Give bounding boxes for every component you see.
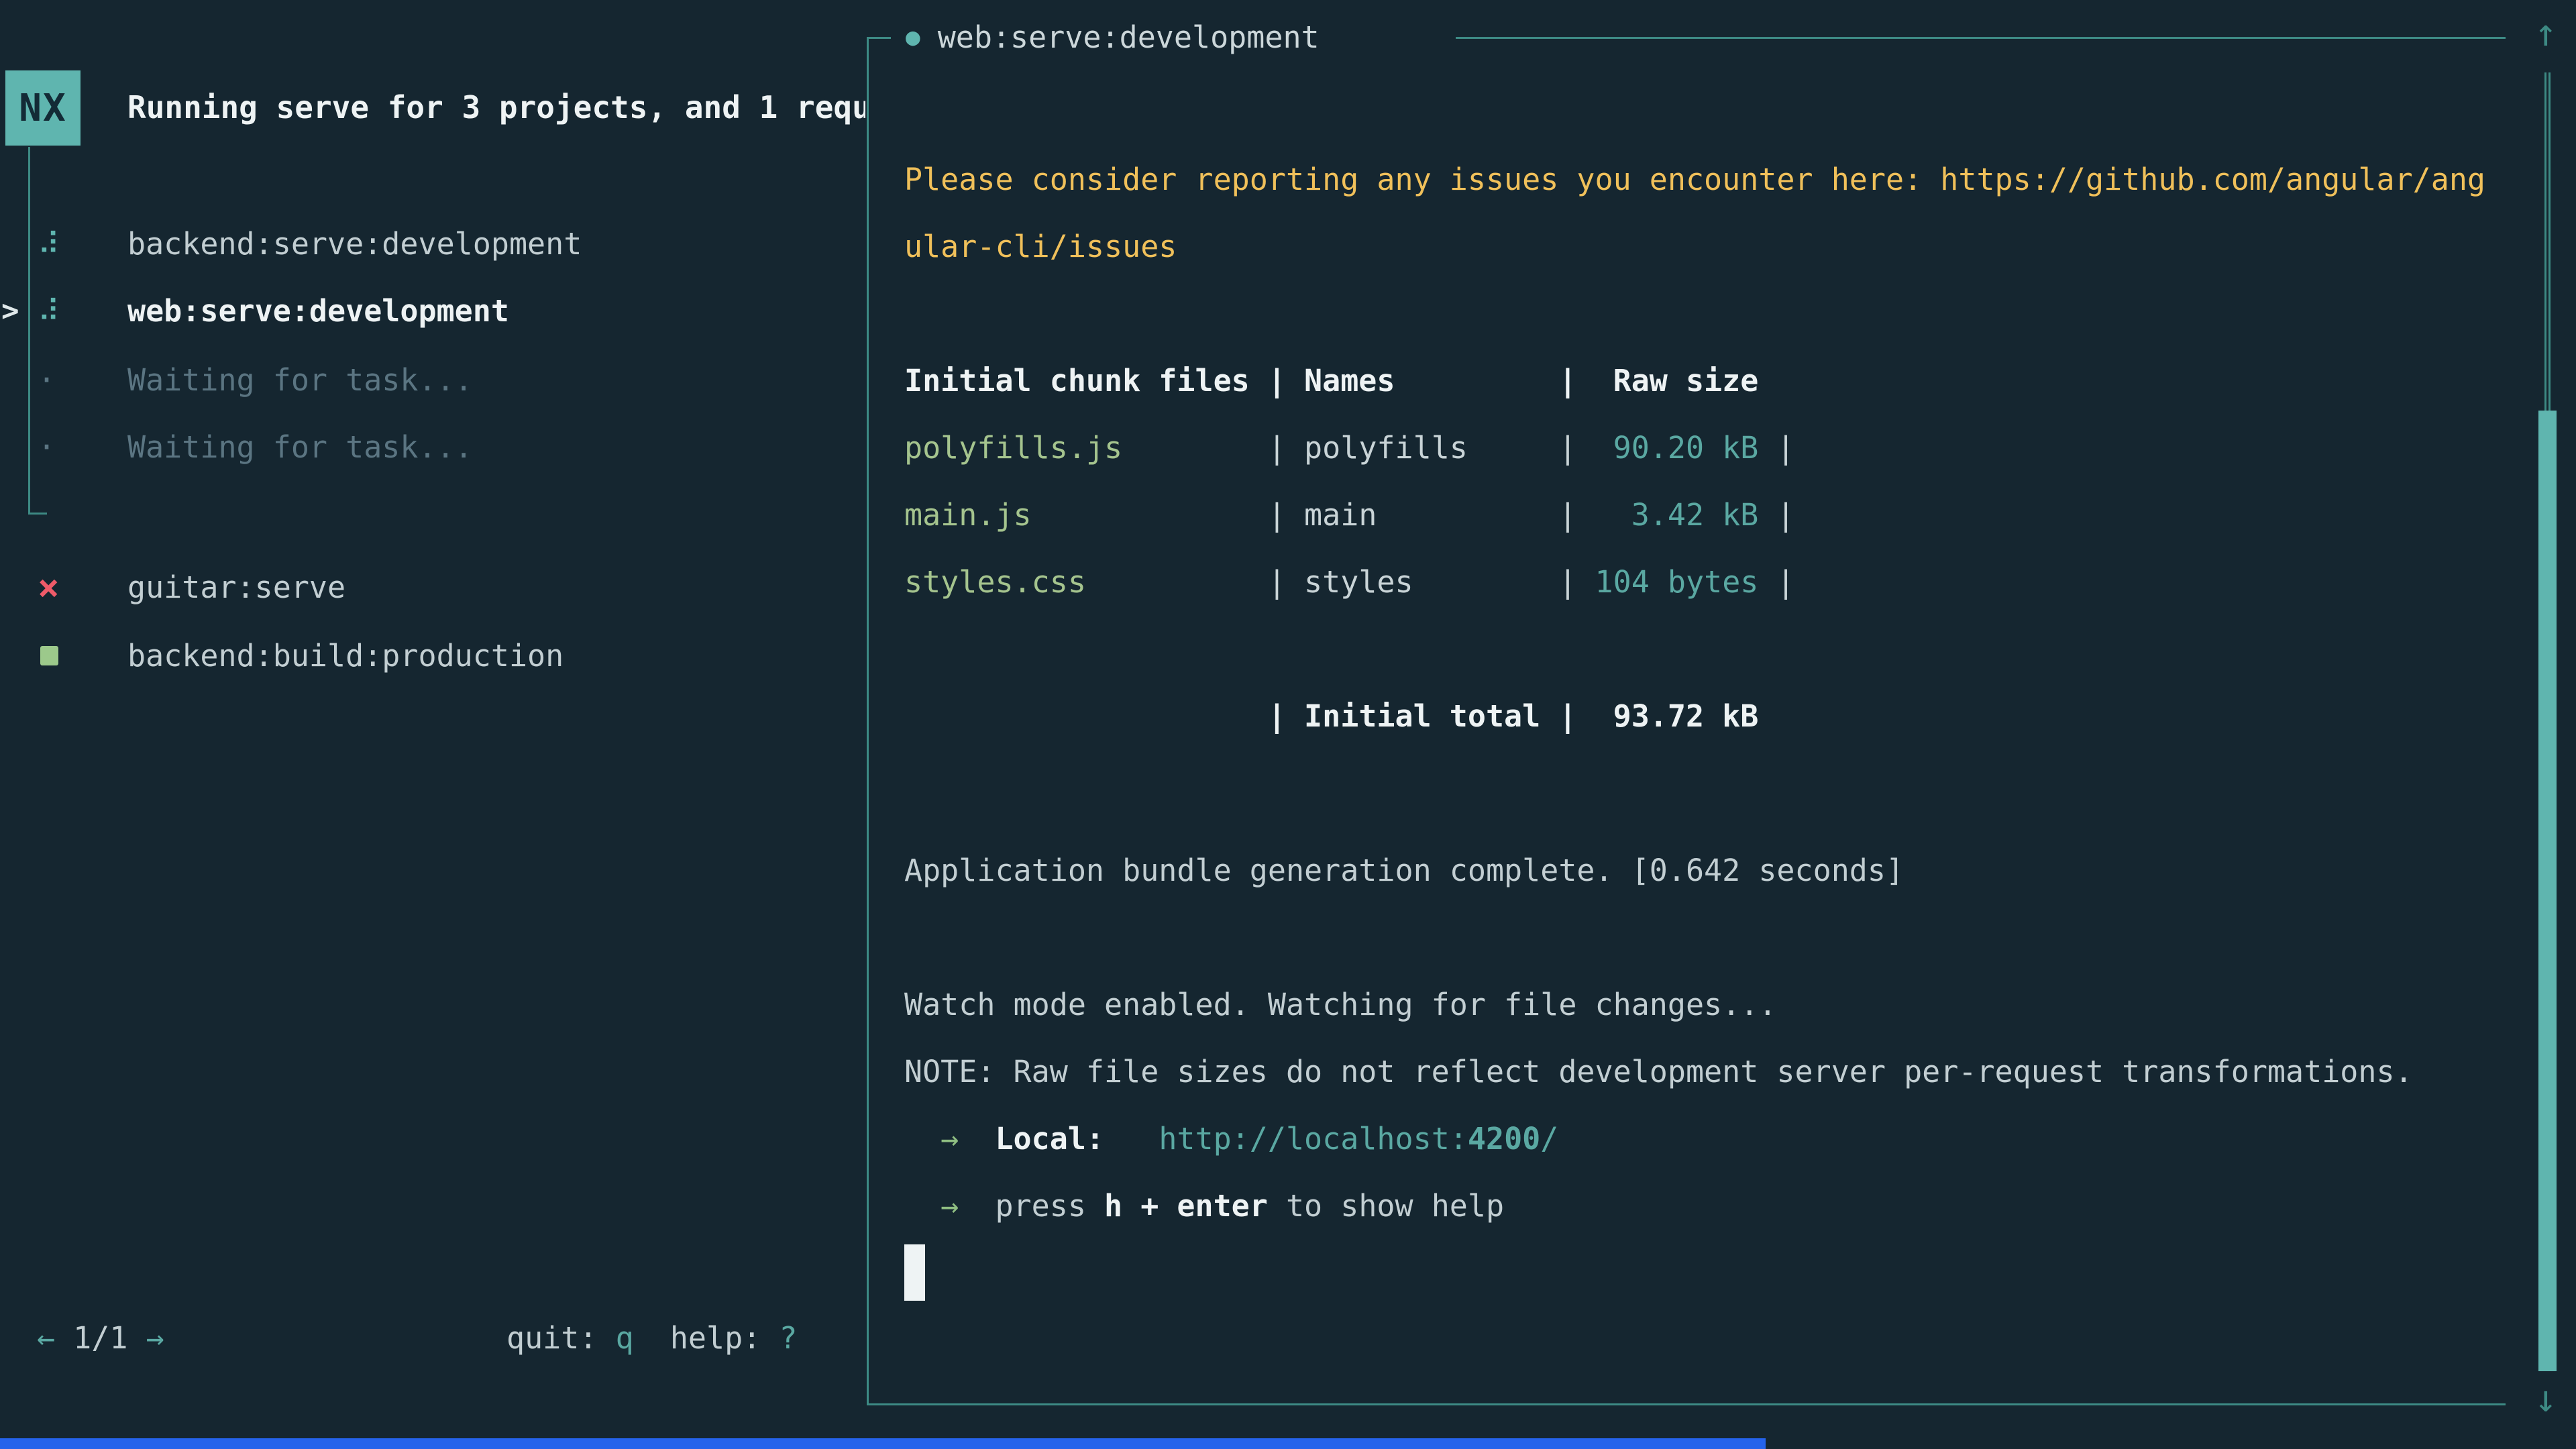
task-label: backend:serve:development bbox=[127, 223, 582, 265]
chunk-size: 3.42 kB bbox=[1576, 497, 1758, 533]
local-port[interactable]: 4200 bbox=[1468, 1121, 1540, 1157]
press-text-post: to show help bbox=[1268, 1188, 1504, 1224]
chunk-file: main.js bbox=[904, 497, 1032, 533]
prompt-arrow-icon: → bbox=[904, 1121, 959, 1157]
page-prev-icon[interactable]: ← bbox=[37, 1320, 55, 1356]
press-text: press bbox=[995, 1188, 1104, 1224]
page-next-icon[interactable]: → bbox=[146, 1320, 164, 1356]
chunk-size: 104 bytes bbox=[1576, 564, 1758, 600]
sidebar: NX Running serve for 3 projects, and 1 r… bbox=[0, 0, 867, 1449]
angular-issues-notice: Please consider reporting any issues you… bbox=[904, 146, 2528, 213]
initial-total-value: 93.72 kB bbox=[1576, 698, 1758, 734]
help-hint-line: → press h + enter to show help bbox=[904, 1173, 2528, 1240]
page-indicator: 1/1 bbox=[55, 1320, 146, 1356]
scroll-down-icon[interactable]: ↓ bbox=[2534, 1381, 2557, 1418]
waiting-dot-icon: · bbox=[38, 360, 56, 401]
task-item-web-serve-selected[interactable]: > ⠼ web:serve:development bbox=[0, 290, 867, 332]
prompt-arrow-icon: → bbox=[904, 1188, 959, 1224]
success-square-icon bbox=[40, 646, 58, 665]
help-label: help: bbox=[634, 1320, 780, 1356]
bundle-complete-message: Application bundle generation complete. … bbox=[904, 837, 2528, 904]
nx-tui-window: NX Running serve for 3 projects, and 1 r… bbox=[0, 0, 2576, 1449]
chunk-table-row: main.js | main | 3.42 kB | bbox=[904, 482, 2528, 549]
local-label: Local: bbox=[995, 1121, 1104, 1157]
bottom-blue-bar bbox=[0, 1438, 1766, 1449]
chunk-file: styles.css bbox=[904, 564, 1086, 600]
chunk-name: | main | bbox=[1268, 497, 1577, 533]
scrollbar-thumb[interactable] bbox=[2538, 411, 2557, 1371]
terminal-cursor bbox=[904, 1244, 925, 1301]
initial-total-row: | Initial total | 93.72 kB bbox=[904, 683, 2528, 750]
local-server-line: → Local: http://localhost:4200/ bbox=[904, 1106, 2528, 1173]
panel-border-top-stub bbox=[867, 37, 891, 39]
chunk-name: | styles | bbox=[1268, 564, 1577, 600]
quit-key: q bbox=[616, 1320, 634, 1356]
task-item-guitar-serve[interactable]: × guitar:serve bbox=[0, 567, 867, 608]
task-item-waiting-1[interactable]: · Waiting for task... bbox=[0, 360, 867, 401]
local-url[interactable]: http://localhost: bbox=[1159, 1121, 1468, 1157]
scroll-up-icon[interactable]: ↑ bbox=[2534, 15, 2557, 52]
spinner-icon: ⠼ bbox=[38, 223, 60, 265]
task-item-waiting-2[interactable]: · Waiting for task... bbox=[0, 427, 867, 468]
terminal-output[interactable]: Please consider reporting any issues you… bbox=[904, 146, 2528, 1307]
task-label: Waiting for task... bbox=[127, 360, 473, 401]
quit-label: quit: bbox=[506, 1320, 616, 1356]
panel-title-text: web:serve:development bbox=[938, 19, 1320, 55]
key-combo: h + enter bbox=[1104, 1188, 1268, 1224]
spinner-icon: ⠼ bbox=[38, 290, 60, 332]
waiting-dot-icon: · bbox=[38, 427, 56, 468]
task-item-backend-build[interactable]: backend:build:production bbox=[0, 635, 867, 677]
selection-caret-icon: > bbox=[1, 290, 19, 332]
tree-corner bbox=[28, 513, 47, 515]
watch-mode-message: Watch mode enabled. Watching for file ch… bbox=[904, 971, 2528, 1038]
pagination: ← 1/1 → bbox=[37, 1320, 164, 1356]
angular-issues-notice-wrap: ular-cli/issues bbox=[904, 213, 2528, 280]
raw-size-note: NOTE: Raw file sizes do not reflect deve… bbox=[904, 1038, 2528, 1106]
chunk-table-row: styles.css | styles | 104 bytes | bbox=[904, 549, 2528, 616]
task-item-backend-serve[interactable]: ⠼ backend:serve:development bbox=[0, 223, 867, 265]
nx-logo: NX bbox=[5, 70, 80, 146]
panel-border-left bbox=[867, 37, 869, 1405]
task-label: web:serve:development bbox=[127, 290, 509, 332]
help-bar: quit: q help: ? bbox=[506, 1320, 798, 1356]
panel-border-top bbox=[1456, 37, 2506, 39]
task-label: backend:build:production bbox=[127, 635, 564, 677]
failed-x-icon: × bbox=[38, 567, 60, 608]
panel-border-bottom bbox=[867, 1403, 2506, 1405]
initial-total-label: | Initial total | bbox=[1268, 698, 1577, 734]
task-label: guitar:serve bbox=[127, 567, 345, 608]
help-key: ? bbox=[779, 1320, 797, 1356]
running-bullet-icon: ● bbox=[906, 23, 920, 51]
chunk-table-header: Initial chunk files | Names | Raw size bbox=[904, 347, 2528, 415]
chunk-table-row: polyfills.js | polyfills | 90.20 kB | bbox=[904, 415, 2528, 482]
task-label: Waiting for task... bbox=[127, 427, 473, 468]
app-title: Running serve for 3 projects, and 1 requ bbox=[127, 89, 865, 125]
cursor-line bbox=[904, 1240, 2528, 1307]
chunk-size: 90.20 kB bbox=[1576, 430, 1758, 466]
chunk-file: polyfills.js bbox=[904, 430, 1122, 466]
scrollbar-track[interactable] bbox=[2544, 72, 2551, 412]
panel-title: ● web:serve:development bbox=[906, 15, 1320, 59]
chunk-name: | polyfills | bbox=[1268, 430, 1577, 466]
